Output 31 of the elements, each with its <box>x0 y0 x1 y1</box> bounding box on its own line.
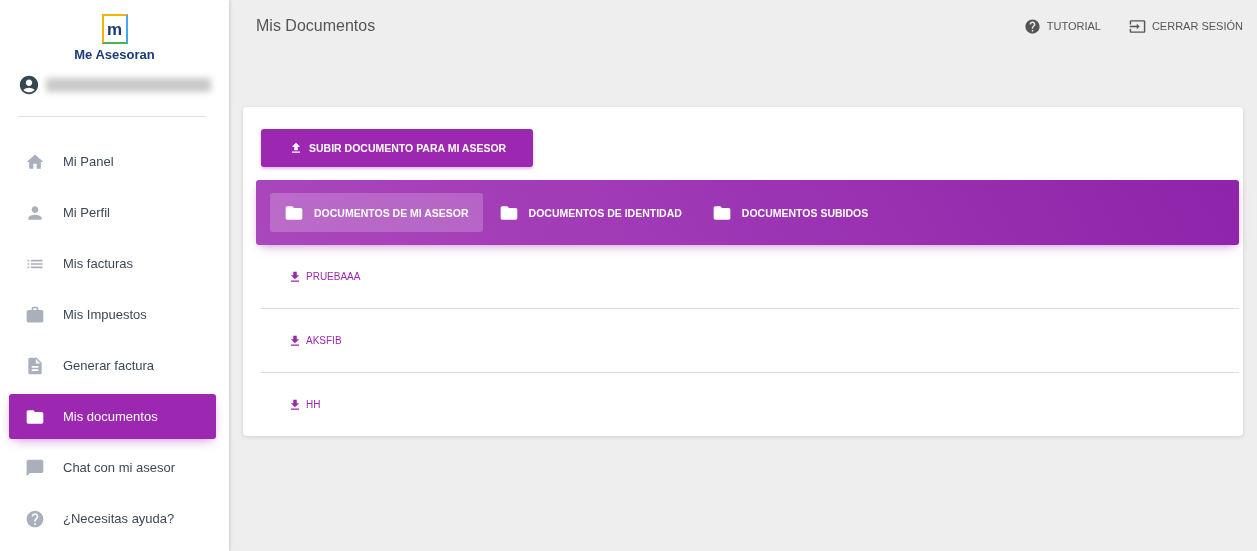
sidebar-item[interactable]: Mis Impuestos <box>9 292 216 337</box>
upload-button[interactable]: SUBIR DOCUMENTO PARA MI ASESOR <box>261 129 534 167</box>
nav-icon <box>25 304 45 325</box>
sidebar-item[interactable]: Generar factura <box>9 343 216 388</box>
document-link[interactable]: AKSFIB <box>288 333 342 348</box>
help-icon <box>1023 17 1041 35</box>
sidebar-item[interactable]: Mis documentos <box>9 394 216 439</box>
brand-name: Me Asesoran <box>74 47 155 62</box>
logout-icon <box>1128 17 1146 35</box>
nav-icon <box>25 355 45 376</box>
sidebar-item[interactable]: Mi Perfil <box>9 190 216 235</box>
sidebar-item[interactable]: Mi Panel <box>9 139 216 184</box>
account-icon <box>18 74 40 96</box>
download-icon <box>288 397 302 412</box>
header-link[interactable]: TUTORIAL <box>1023 17 1101 35</box>
sidebar-item[interactable]: Chat con mi asesor <box>9 445 216 490</box>
tab[interactable]: DOCUMENTOS DE MI ASESOR <box>270 193 483 232</box>
sidebar-item[interactable]: Mis facturas <box>9 241 216 286</box>
tab[interactable]: DOCUMENTOS SUBIDOS <box>697 193 883 232</box>
tab[interactable]: DOCUMENTOS DE IDENTIDAD <box>484 193 696 232</box>
nav-icon <box>25 457 45 478</box>
document-link[interactable]: PRUEBAAA <box>288 269 361 284</box>
upload-icon <box>289 141 303 155</box>
header-link[interactable]: CERRAR SESIÓN <box>1128 17 1243 35</box>
page-title: Mis Documentos <box>256 17 377 35</box>
download-icon <box>288 269 302 284</box>
logo-icon: m <box>101 14 128 44</box>
download-icon <box>288 333 302 348</box>
sidebar-item[interactable]: ¿Necesitas ayuda? <box>9 496 216 541</box>
document-link[interactable]: HH <box>288 397 321 412</box>
nav-icon <box>25 508 45 529</box>
